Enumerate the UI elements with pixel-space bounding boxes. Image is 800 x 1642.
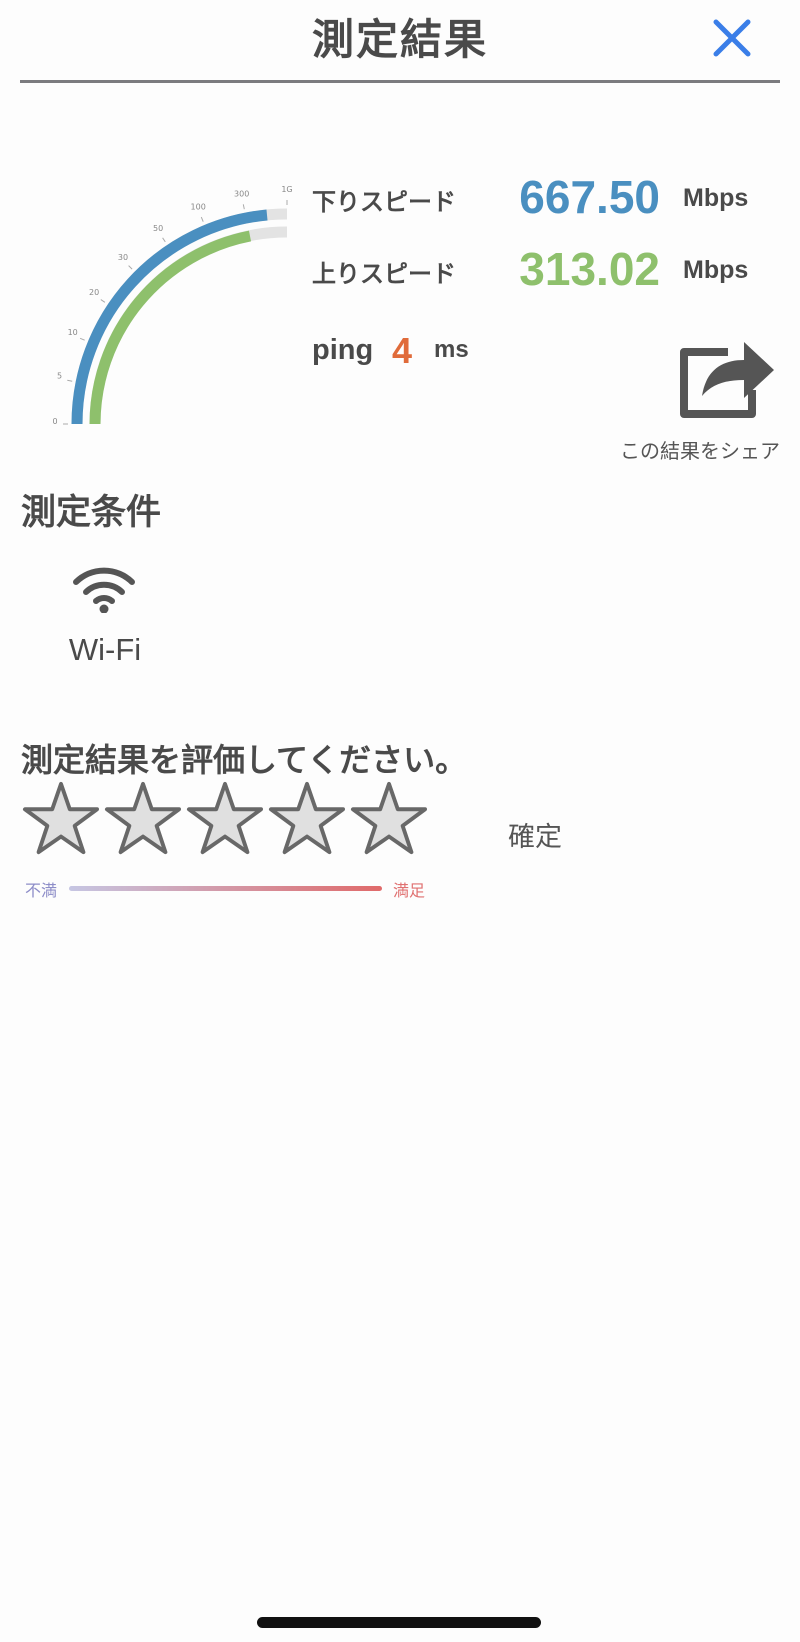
ping-unit: ms <box>434 336 469 363</box>
share-label: この結果をシェア <box>620 439 780 463</box>
gauge-tick-label: 1G <box>281 185 292 194</box>
gauge-tick-label: 10 <box>68 328 78 337</box>
gauge-tick-label: 30 <box>118 253 128 262</box>
gauge-tick-label: 0 <box>52 417 57 426</box>
wifi-icon <box>72 565 136 614</box>
gauge-tick-mark <box>79 337 85 341</box>
gauge-tick-label: 5 <box>57 372 62 381</box>
upload-arc <box>89 230 252 425</box>
gauge-tick-mark <box>200 216 204 222</box>
download-unit: Mbps <box>683 184 749 212</box>
home-indicator[interactable] <box>257 1617 541 1628</box>
gauge-tick-mark <box>128 265 133 270</box>
share-button[interactable] <box>676 326 778 424</box>
page-title: 測定結果 <box>311 15 488 64</box>
close-button[interactable] <box>708 14 756 62</box>
close-icon[interactable] <box>708 14 756 62</box>
gauge-tick-mark <box>162 237 166 243</box>
upload-unit: Mbps <box>683 256 749 284</box>
star-icon[interactable] <box>268 780 346 858</box>
share-icon[interactable] <box>676 326 778 424</box>
gauge-tick-mark <box>100 299 106 303</box>
star-icon[interactable] <box>22 780 100 858</box>
star-icon[interactable] <box>350 780 428 858</box>
header-divider <box>20 80 780 83</box>
upload-value: 313.02 <box>519 243 660 295</box>
download-arc <box>71 209 268 425</box>
download-label: 下りスピード <box>312 188 456 216</box>
ping-label: ping <box>312 334 374 366</box>
star-icon[interactable] <box>104 780 182 858</box>
upload-label: 上りスピード <box>312 260 456 288</box>
ping-value: 4 <box>392 330 413 371</box>
download-value: 667.50 <box>519 171 660 223</box>
confirm-button[interactable]: 確定 <box>508 815 562 854</box>
star-icon[interactable] <box>186 780 264 858</box>
rating-scale-bar <box>69 886 382 891</box>
speed-gauge: 0 5 10 20 30 50 100 300 1G <box>40 180 320 450</box>
gauge-tick-label: 100 <box>191 203 206 212</box>
star-rating[interactable] <box>22 780 432 870</box>
gauge-tick-mark <box>242 204 245 210</box>
scale-high-label: 満足 <box>393 881 426 900</box>
gauge-tick-label: 300 <box>234 190 249 199</box>
gauge-tick-mark <box>67 379 73 382</box>
speed-gauge-chart: 0 5 10 20 30 50 100 300 1G <box>52 185 292 426</box>
gauge-tick-label: 50 <box>153 224 163 233</box>
rating-title: 測定結果を評価してください。 <box>21 741 468 779</box>
scale-low-label: 不満 <box>25 881 58 900</box>
conditions-title: 測定条件 <box>21 493 162 533</box>
network-type-label: Wi-Fi <box>68 632 142 667</box>
gauge-tick-label: 20 <box>89 288 99 297</box>
